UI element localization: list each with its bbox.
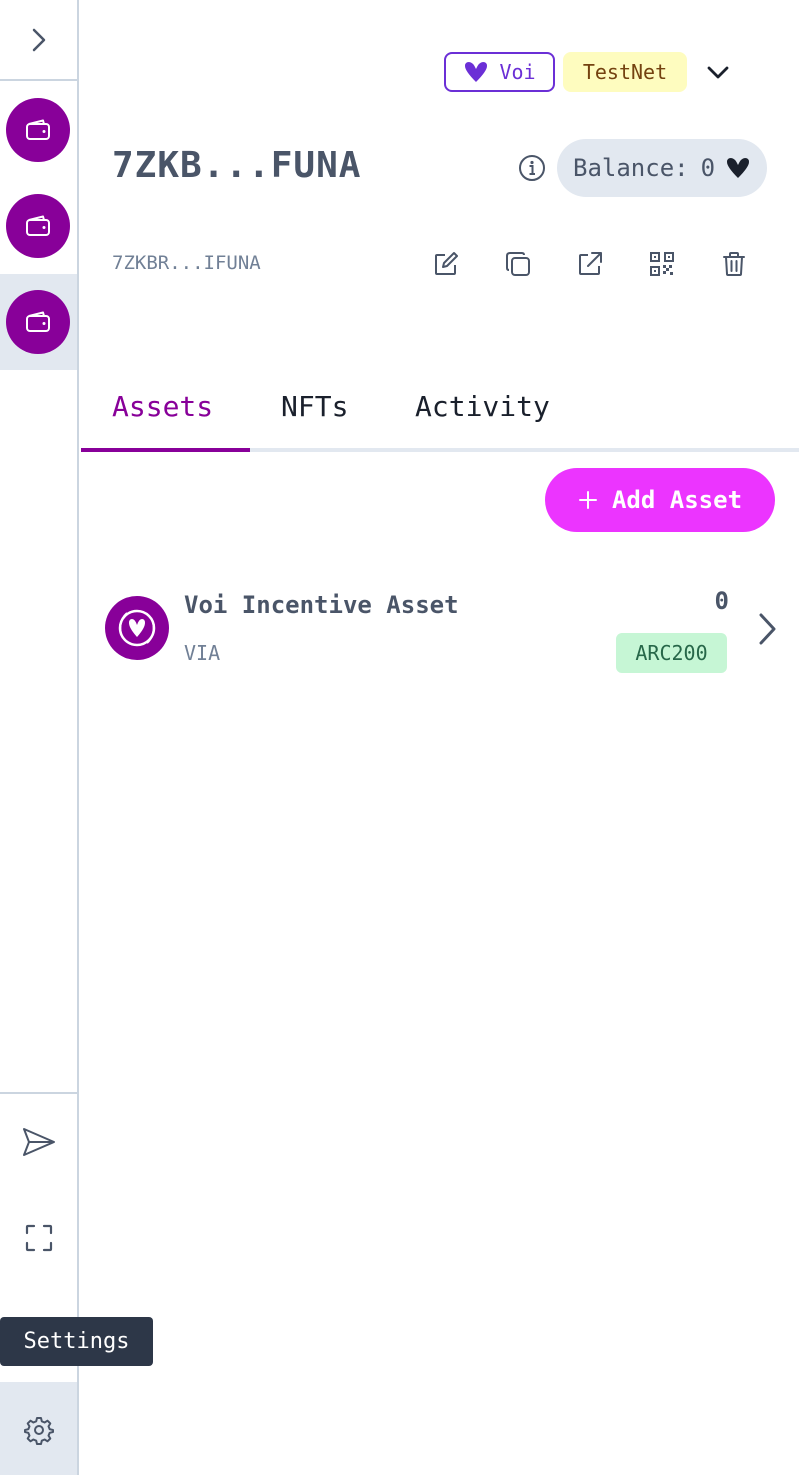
balance-value: 0: [700, 154, 716, 182]
voi-currency-icon: [727, 158, 750, 178]
sidebar-wallet-1[interactable]: [0, 82, 77, 178]
gear-icon: [23, 1417, 54, 1445]
asset-logo: [105, 596, 169, 660]
network-name: Voi: [499, 60, 536, 84]
tab-assets[interactable]: Assets: [112, 390, 213, 423]
scan-icon: [25, 1224, 52, 1252]
account-info-button[interactable]: [516, 152, 548, 184]
edit-account-button[interactable]: [428, 246, 464, 282]
settings-button[interactable]: [0, 1382, 77, 1475]
voi-token-icon: [118, 609, 156, 647]
account-tabs: Assets NFTs Activity: [81, 368, 799, 452]
scan-button[interactable]: [0, 1190, 77, 1286]
wallet-icon: [26, 119, 50, 140]
tab-activity[interactable]: Activity: [415, 390, 550, 423]
account-actions: [428, 246, 752, 282]
asset-list-item[interactable]: Voi Incentive Asset VIA 0 ARC200: [81, 575, 799, 685]
balance-display: Balance: 0: [557, 139, 767, 197]
edit-icon: [435, 252, 458, 275]
info-icon: [519, 155, 545, 181]
send-icon: [22, 1128, 55, 1156]
chevron-right-icon: [32, 28, 45, 51]
copy-address-button[interactable]: [500, 246, 536, 282]
balance-label: Balance:: [573, 154, 689, 182]
plus-icon: [578, 491, 597, 509]
chevron-down-icon: [707, 66, 729, 79]
network-dropdown-button[interactable]: [700, 55, 736, 89]
asset-standard-badge: ARC200: [616, 633, 727, 673]
account-address: 7ZKBR...IFUNA: [112, 252, 261, 274]
wallet-avatar: [6, 290, 70, 354]
delete-account-button[interactable]: [716, 246, 752, 282]
wallet-icon: [26, 311, 50, 332]
tab-nfts[interactable]: NFTs: [281, 390, 348, 423]
wallet-avatar: [6, 98, 70, 162]
copy-icon: [506, 252, 530, 276]
add-asset-label: Add Asset: [611, 486, 743, 514]
sidebar-wallet-2[interactable]: [0, 178, 77, 274]
sidebar: [0, 0, 79, 1475]
open-explorer-button[interactable]: [572, 246, 608, 282]
sidebar-wallet-3[interactable]: [0, 274, 77, 370]
wallet-avatar: [6, 194, 70, 258]
qr-code-icon: [650, 252, 674, 276]
asset-amount: 0: [714, 587, 729, 615]
external-link-icon: [579, 252, 602, 275]
wallet-icon: [26, 215, 50, 236]
asset-name: Voi Incentive Asset: [184, 591, 459, 619]
send-button[interactable]: [0, 1094, 77, 1190]
chevron-right-icon: [759, 613, 776, 645]
qr-code-button[interactable]: [644, 246, 680, 282]
settings-tooltip: Settings: [0, 1317, 153, 1366]
trash-icon: [723, 252, 745, 276]
asset-open-chevron: [751, 609, 783, 649]
sidebar-expand-button[interactable]: [0, 0, 77, 81]
active-tab-indicator: [81, 448, 250, 452]
voi-logo-icon: [465, 62, 488, 82]
network-selector[interactable]: Voi: [444, 52, 555, 92]
account-title: 7ZKB...FUNA: [112, 145, 362, 186]
network-badge: TestNet: [563, 52, 687, 92]
asset-symbol: VIA: [184, 641, 221, 665]
add-asset-button[interactable]: Add Asset: [545, 468, 775, 532]
